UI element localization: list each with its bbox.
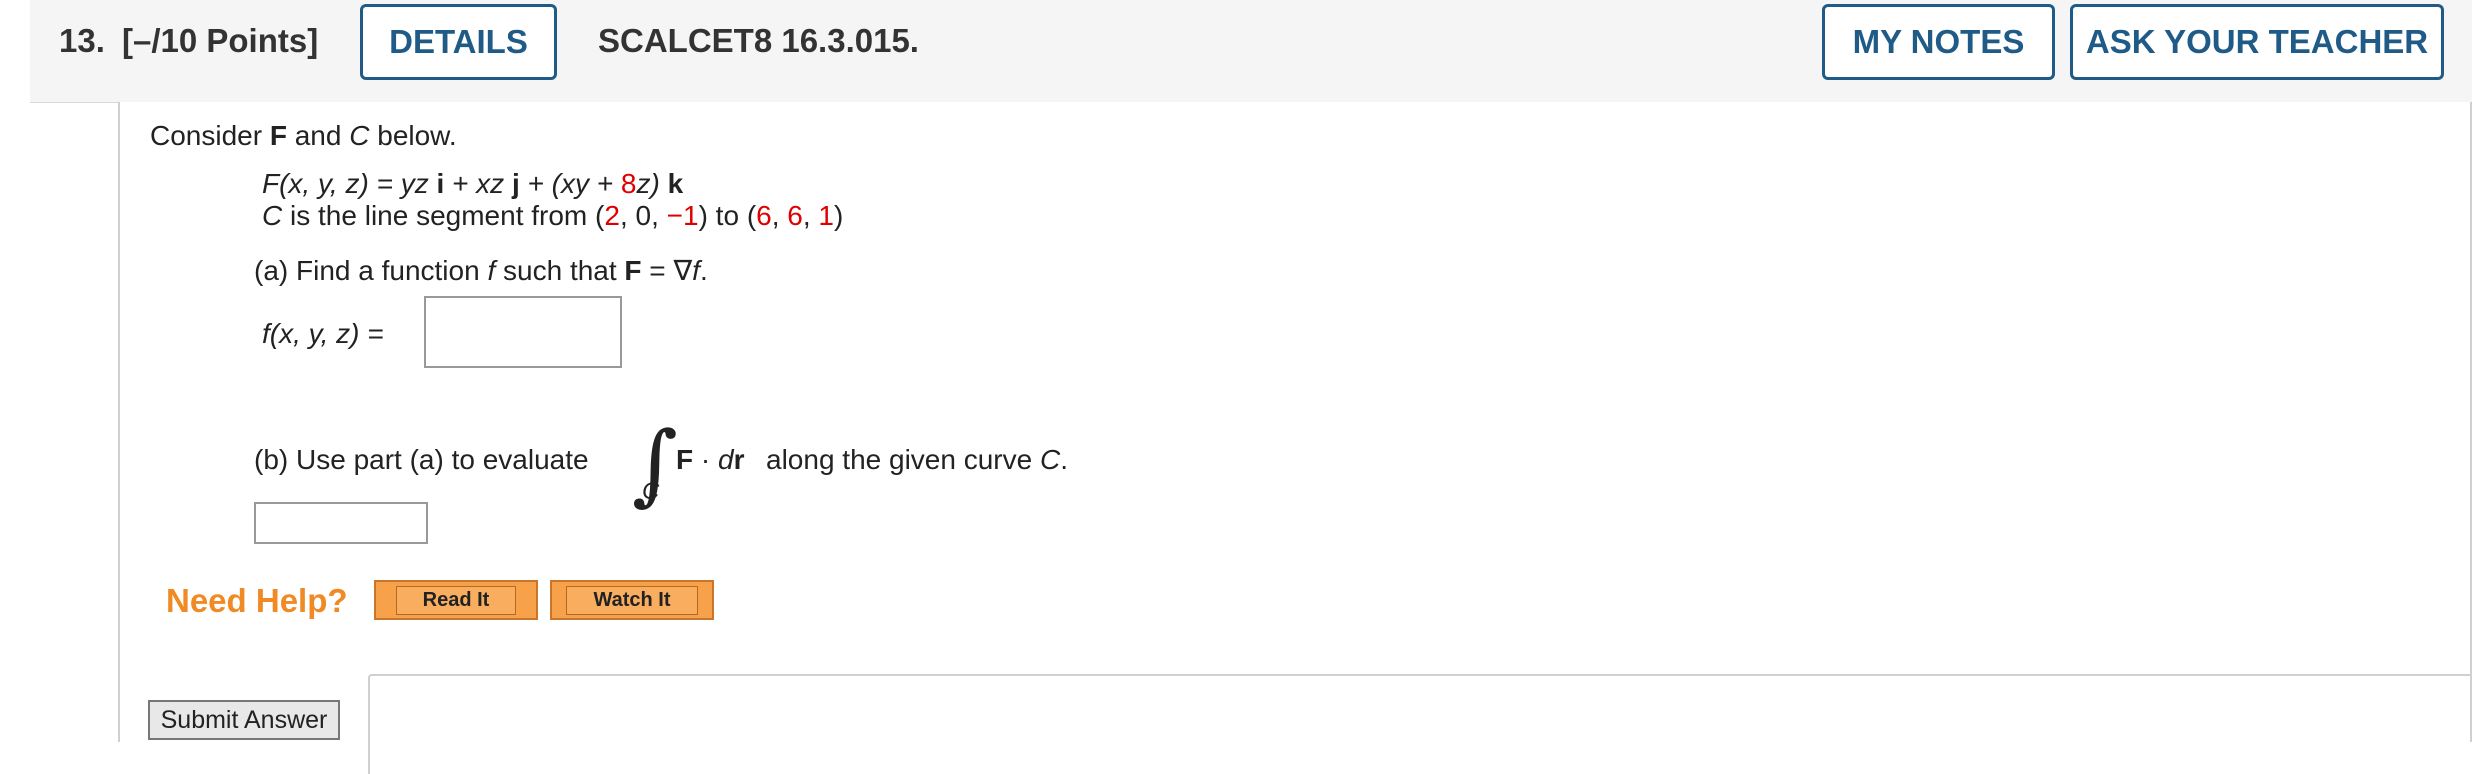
ask-your-teacher-button[interactable]: ASK YOUR TEACHER bbox=[2070, 4, 2444, 80]
question-number: 13. bbox=[59, 22, 105, 59]
question-header: 13. [–/10 Points] DETAILS SCALCET8 16.3.… bbox=[30, 0, 2472, 103]
submit-answer-button[interactable]: Submit Answer bbox=[148, 700, 340, 740]
problem-intro: Consider F and C below. bbox=[150, 120, 457, 151]
read-it-label: Read It bbox=[395, 585, 517, 615]
need-help-label: Need Help? bbox=[166, 582, 348, 619]
answer-feedback-area bbox=[368, 674, 2472, 774]
my-notes-button[interactable]: MY NOTES bbox=[1822, 4, 2055, 80]
watch-it-label: Watch It bbox=[566, 585, 698, 615]
part-a-prompt: (a) Find a function f such that F = ∇f. bbox=[254, 255, 708, 286]
curve-definition: C is the line segment from (2, 0, −1) to… bbox=[262, 200, 844, 231]
integral-subscript: C bbox=[642, 478, 660, 505]
details-button[interactable]: DETAILS bbox=[360, 4, 557, 80]
watch-it-button[interactable]: Watch It bbox=[550, 580, 714, 620]
question-code: SCALCET8 16.3.015. bbox=[598, 22, 919, 59]
part-b-answer-input[interactable] bbox=[254, 502, 428, 544]
read-it-button[interactable]: Read It bbox=[374, 580, 538, 620]
vector-field-definition: F(x, y, z) = yz i + xz j + (xy + 8z) k bbox=[262, 168, 684, 199]
part-b-prompt: (b) Use part (a) to evaluate bbox=[254, 444, 589, 475]
question-panel: Consider F and C below. F(x, y, z) = yz … bbox=[118, 102, 2472, 774]
part-a-answer-input[interactable] bbox=[424, 296, 622, 368]
part-a-answer-label: f(x, y, z) = bbox=[262, 318, 384, 349]
part-b-tail: along the given curve C. bbox=[766, 444, 1068, 475]
question-points: [–/10 Points] bbox=[122, 22, 319, 59]
integrand: F · dr bbox=[676, 444, 745, 475]
